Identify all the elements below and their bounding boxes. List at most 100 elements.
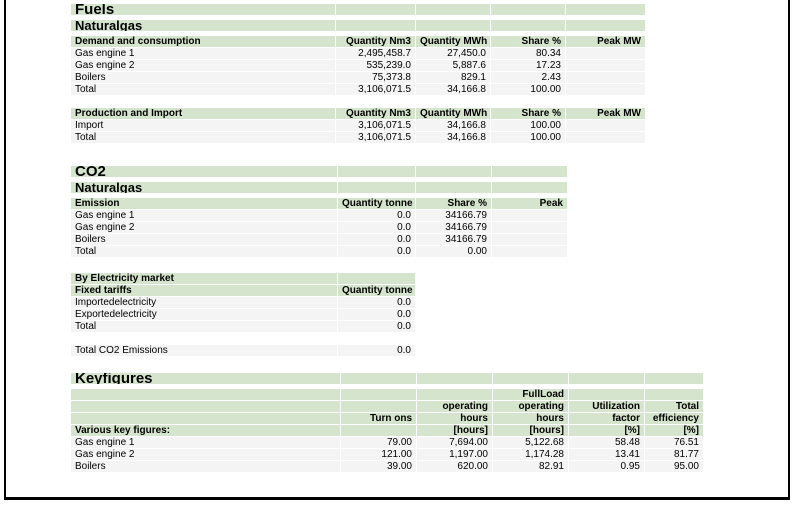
column-header: Peak MW: [566, 108, 646, 120]
table-row: Total 0.0: [71, 321, 416, 333]
column-header: operating: [417, 401, 493, 413]
row-label: Total: [71, 132, 336, 144]
table-header-row: operating operating Utilization Total: [71, 401, 704, 413]
cell-value: 535,239.0: [336, 60, 416, 72]
fuels-subtitle-row: Naturalgas: [71, 20, 646, 32]
column-header: [hours]: [493, 425, 569, 437]
column-header: Quantity Nm3: [336, 108, 416, 120]
title-filler: [492, 166, 568, 178]
table-row: Boilers 0.0 34166.79: [71, 234, 568, 246]
cell-value: 76.51: [645, 437, 704, 449]
subtitle-filler: [338, 182, 416, 194]
table-header-row: Emission Quantity tonne Share % Peak: [71, 198, 568, 210]
table-header-row: FullLoad: [71, 389, 704, 401]
table-row: Importedelectricity 0.0: [71, 297, 416, 309]
table-header-row: Production and Import Quantity Nm3 Quant…: [71, 108, 646, 120]
subtitle-filler: [416, 182, 492, 194]
cell-value: 5,122.68: [493, 437, 569, 449]
section-co2: CO2 Naturalgas Emission Quantity tonne S…: [71, 166, 568, 258]
column-header: [hours]: [417, 425, 493, 437]
co2-subtitle-row: Naturalgas: [71, 182, 568, 194]
column-header: [645, 389, 704, 401]
cell-value: 27,450.0: [416, 48, 491, 60]
row-label: Exportedelectricity: [71, 309, 338, 321]
table-row: Gas engine 1 0.0 34166.79: [71, 210, 568, 222]
cell-value: 0.0: [338, 321, 416, 333]
co2-title-row: CO2: [71, 166, 568, 178]
title-filler: [338, 166, 416, 178]
row-label: Gas engine 2: [71, 60, 336, 72]
group-label: By Electricity market: [71, 273, 338, 285]
column-header: Emission: [71, 198, 338, 210]
title-filler: [336, 4, 416, 16]
title-filler: [417, 373, 493, 385]
row-label: Gas engine 2: [71, 449, 341, 461]
cell-value: [566, 132, 646, 144]
column-header: Demand and consumption: [71, 36, 336, 48]
table-row: Gas engine 2 535,239.0 5,887.6 17.23: [71, 60, 646, 72]
spacer: [71, 96, 646, 108]
row-label: Import: [71, 120, 336, 132]
cell-value: 95.00: [645, 461, 704, 473]
cell-value: [566, 60, 646, 72]
cell-value: 0.95: [569, 461, 645, 473]
row-label: Total: [71, 84, 336, 96]
column-header: [341, 401, 417, 413]
column-header: [71, 413, 341, 425]
total-label: Total CO2 Emissions: [71, 345, 338, 357]
fuels-title-row: Fuels: [71, 4, 646, 16]
column-header: hours: [493, 413, 569, 425]
cell-value: 1,174.28: [493, 449, 569, 461]
keyfigures-title-row: Keyfigures: [71, 373, 704, 385]
table-row: Total 3,106,071.5 34,166.8 100.00: [71, 84, 646, 96]
report-sheet: Fuels Naturalgas Demand and consumption …: [71, 4, 771, 473]
page-title: Fuels: [71, 4, 336, 16]
cell-value: 7,694.00: [417, 437, 493, 449]
column-header: Peak: [492, 198, 568, 210]
table-row: Gas engine 1 2,495,458.7 27,450.0 80.34: [71, 48, 646, 60]
column-header: [569, 389, 645, 401]
cell-value: 80.34: [491, 48, 566, 60]
cell-value: 34,166.8: [416, 120, 491, 132]
cell-value: 0.00: [416, 246, 492, 258]
table-header-row: Turn ons hours hours factor efficiency: [71, 413, 704, 425]
cell-value: 0.0: [338, 309, 416, 321]
spacer: [71, 333, 416, 345]
table-row: Total 0.0 0.00: [71, 246, 568, 258]
cell-value: 620.00: [417, 461, 493, 473]
subtitle-filler: [416, 20, 491, 32]
cell-value: 5,887.6: [416, 60, 491, 72]
report-page: Fuels Naturalgas Demand and consumption …: [4, 0, 790, 500]
section-title: CO2: [71, 166, 338, 178]
table-header-row: Fixed tariffs Quantity tonne: [71, 285, 416, 297]
subtitle-filler: [492, 182, 568, 194]
group-label-filler: [338, 273, 416, 285]
column-header: [%]: [645, 425, 704, 437]
table-row: Boilers 75,373.8 829.1 2.43: [71, 72, 646, 84]
cell-value: [492, 222, 568, 234]
section-subtitle: Naturalgas: [71, 20, 336, 32]
title-filler: [493, 373, 569, 385]
cell-value: [492, 234, 568, 246]
row-label: Gas engine 1: [71, 48, 336, 60]
cell-value: 75,373.8: [336, 72, 416, 84]
group-label-row: By Electricity market: [71, 273, 416, 285]
table-header-row: Various key figures: [hours] [hours] [%]…: [71, 425, 704, 437]
cell-value: 0.0: [338, 234, 416, 246]
cell-value: 1,197.00: [417, 449, 493, 461]
column-header: Peak MW: [566, 36, 646, 48]
column-header: Quantity tonne: [338, 198, 416, 210]
section-subtitle: Naturalgas: [71, 182, 338, 194]
title-filler: [569, 373, 645, 385]
column-header: operating: [493, 401, 569, 413]
cell-value: [566, 84, 646, 96]
column-header: Quantity MWh: [416, 36, 491, 48]
column-header: [71, 389, 341, 401]
cell-value: 34,166.8: [416, 132, 491, 144]
row-label: Boilers: [71, 234, 338, 246]
cell-value: 81.77: [645, 449, 704, 461]
cell-value: 100.00: [491, 84, 566, 96]
